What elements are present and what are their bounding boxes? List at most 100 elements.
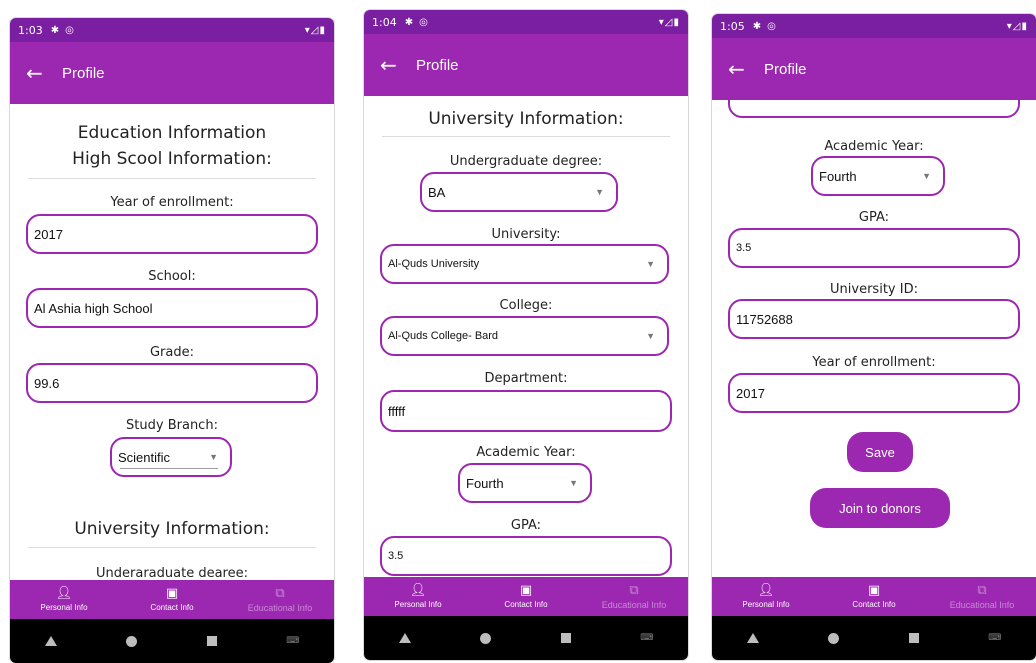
- status-time: 1:03: [18, 23, 43, 37]
- year-of-enrollment-input[interactable]: 2017: [728, 373, 1020, 413]
- form-content[interactable]: Education Information High Scool Informa…: [10, 104, 334, 580]
- dropdown-arrow-icon: ▼: [209, 452, 218, 462]
- dropdown-arrow-icon: ▼: [569, 478, 578, 488]
- nav-educational-info[interactable]: ⧉ Educational Info: [580, 577, 688, 616]
- year-of-enrollment-label: Year of enrollment:: [110, 195, 234, 210]
- undergraduate-degree-label: Underaraduate dearee:: [96, 566, 248, 580]
- status-bar: 1:03 ✱ ◎ ▾◿▮: [10, 18, 334, 42]
- nav-educational-info[interactable]: ⧉ Educational Info: [928, 577, 1036, 616]
- status-bar: 1:04 ✱ ◎ ▾◿▮: [364, 10, 688, 34]
- gpa-value: 3.5: [388, 550, 404, 562]
- recents-square-icon[interactable]: [206, 636, 217, 646]
- nav-personal-info[interactable]: 👤︎ Personal Info: [364, 577, 472, 616]
- form-content[interactable]: University Information: Undergraduate de…: [364, 96, 688, 577]
- app-bar: ← Profile: [10, 42, 334, 104]
- back-arrow-icon[interactable]: ←: [26, 61, 62, 85]
- education-icon: ⧉: [275, 585, 285, 601]
- home-circle-icon[interactable]: [480, 632, 492, 644]
- study-branch-dropdown[interactable]: Scientific ▼: [110, 437, 232, 477]
- department-input-partial[interactable]: ffff: [728, 100, 1020, 118]
- system-navigation-bar: ⌨: [364, 616, 688, 660]
- academic-year-label: Academic Year:: [476, 445, 576, 460]
- study-branch-label: Study Branch:: [126, 418, 218, 433]
- settings-status-icon: ✱: [752, 20, 762, 32]
- year-of-enrollment-input[interactable]: 2017: [26, 214, 318, 254]
- university-dropdown[interactable]: Al-Quds University ▼: [380, 244, 669, 284]
- recents-square-icon[interactable]: [560, 633, 571, 643]
- school-label: School:: [148, 269, 196, 284]
- grade-label: Grade:: [149, 345, 194, 360]
- academic-year-label: Academic Year:: [824, 139, 924, 154]
- keyboard-icon[interactable]: ⌨: [286, 636, 299, 646]
- nav-personal-label: Personal Info: [40, 603, 88, 612]
- undergraduate-degree-dropdown[interactable]: BA ▼: [420, 172, 618, 212]
- gpa-input[interactable]: 3.5: [728, 228, 1020, 268]
- nav-contact-label: Contact Info: [150, 603, 194, 612]
- save-button[interactable]: Save: [847, 432, 913, 472]
- college-dropdown[interactable]: Al-Quds College- Bard ▼: [380, 316, 669, 356]
- back-triangle-icon[interactable]: [44, 636, 57, 646]
- academic-year-dropdown[interactable]: Fourth ▼: [811, 156, 945, 196]
- nav-educational-label: Educational Info: [601, 599, 667, 610]
- signal-battery-icon: ▾◿▮: [658, 16, 680, 28]
- dropdown-arrow-icon: ▼: [922, 171, 931, 181]
- university-label: University:: [491, 227, 561, 242]
- contact-card-icon: ▣: [867, 583, 881, 598]
- keyboard-icon[interactable]: ⌨: [988, 633, 1001, 643]
- back-triangle-icon[interactable]: [746, 633, 759, 643]
- nav-personal-info[interactable]: 👤︎ Personal Info: [712, 577, 820, 616]
- home-circle-icon[interactable]: [828, 632, 840, 644]
- bottom-navigation: 👤︎ Personal Info ▣ Contact Info ⧉ Educat…: [712, 577, 1036, 616]
- grade-value: 99.6: [34, 375, 60, 391]
- back-arrow-icon[interactable]: ←: [380, 53, 416, 77]
- university-value: Al-Quds University: [388, 258, 480, 270]
- status-time: 1:04: [372, 15, 397, 29]
- keyboard-icon[interactable]: ⌨: [640, 633, 653, 643]
- form-content[interactable]: ffff Academic Year: Fourth ▼ GPA: 3.5 Un…: [712, 100, 1036, 577]
- system-navigation-bar: ⌨: [10, 619, 334, 663]
- back-triangle-icon[interactable]: [398, 633, 411, 643]
- settings-status-icon: ✱: [50, 24, 60, 36]
- settings-status-icon: ✱: [404, 16, 414, 28]
- app-bar: ← Profile: [364, 34, 688, 96]
- nav-educational-label: Educational Info: [247, 602, 313, 613]
- join-to-donors-button[interactable]: Join to donors: [810, 488, 950, 528]
- nav-contact-info[interactable]: ▣ Contact Info: [118, 580, 226, 619]
- year-of-enrollment-value: 2017: [34, 226, 63, 242]
- section-divider: [28, 547, 316, 548]
- grade-input[interactable]: 99.6: [26, 363, 318, 403]
- phone-screen-2: 1:04 ✱ ◎ ▾◿▮ ← Profile University Inform…: [364, 10, 688, 660]
- recents-square-icon[interactable]: [908, 633, 919, 643]
- gpa-value: 3.5: [736, 242, 752, 254]
- nav-educational-info[interactable]: ⧉ Educational Info: [226, 580, 334, 619]
- education-icon: ⧉: [977, 582, 987, 598]
- app-title: Profile: [416, 56, 459, 74]
- gpa-input[interactable]: 3.5: [380, 536, 672, 576]
- school-value: Al Ashia high School: [34, 300, 153, 316]
- academic-year-dropdown[interactable]: Fourth ▼: [458, 463, 592, 503]
- notification-status-icon: ◎: [767, 20, 776, 32]
- college-label: College:: [499, 298, 553, 313]
- nav-personal-info[interactable]: 👤︎ Personal Info: [10, 580, 118, 619]
- section-heading-university: University Information:: [428, 109, 624, 129]
- section-heading-university: University Information:: [74, 519, 270, 539]
- school-input[interactable]: Al Ashia high School: [26, 288, 318, 328]
- study-branch-value: Scientific: [118, 449, 171, 465]
- department-input[interactable]: fffff: [380, 390, 672, 432]
- academic-year-value: Fourth: [819, 168, 857, 184]
- education-icon: ⧉: [629, 582, 639, 598]
- back-arrow-icon[interactable]: ←: [728, 57, 764, 81]
- nav-contact-info[interactable]: ▣ Contact Info: [820, 577, 928, 616]
- university-id-input[interactable]: 11752688: [728, 299, 1020, 339]
- section-heading-high-school: High Scool Information:: [72, 149, 272, 169]
- bottom-navigation: 👤︎ Personal Info ▣ Contact Info ⧉ Educat…: [364, 577, 688, 616]
- nav-contact-label: Contact Info: [504, 600, 548, 609]
- nav-contact-info[interactable]: ▣ Contact Info: [472, 577, 580, 616]
- partial-field-value: ffff: [736, 100, 747, 103]
- person-icon: 👤︎: [55, 586, 73, 601]
- status-bar: 1:05 ✱ ◎ ▾◿▮: [712, 14, 1036, 38]
- nav-contact-label: Contact Info: [852, 600, 896, 609]
- system-navigation-bar: ⌨: [712, 616, 1036, 660]
- home-circle-icon[interactable]: [126, 635, 138, 647]
- academic-year-value: Fourth: [466, 475, 504, 491]
